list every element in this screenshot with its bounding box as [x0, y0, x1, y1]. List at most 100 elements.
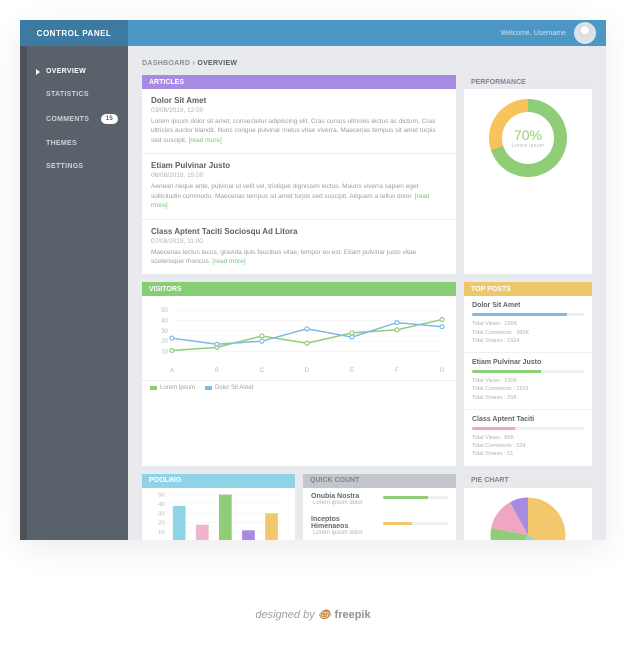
legend-item: Dolor Sit Amet — [205, 385, 253, 391]
article-date: 06/08/2019, 15:00 — [151, 172, 447, 179]
performance-percent: 70% — [514, 127, 542, 143]
article-body: Maecenas lectus lacus, gravida quis fauc… — [151, 248, 447, 267]
qc-bar — [383, 496, 449, 499]
top-post-stats: Total Views : 100KTotal Comments : 1153T… — [472, 377, 584, 402]
top-post-stats: Total Views : 85KTotal Comments : 524Tot… — [472, 434, 584, 459]
quick-count-item: Onubia NostraLorem ipsum dolor — [303, 488, 456, 511]
svg-text:D: D — [305, 368, 310, 374]
svg-text:40: 40 — [158, 502, 165, 508]
top-posts-header: TOP POSTS — [464, 282, 592, 296]
nav-badge: 15 — [101, 114, 118, 124]
visitors-header: VISITORS — [142, 282, 456, 296]
performance-card: PERFORMANCE 70% Lorem ipsum — [464, 75, 592, 274]
sidebar-item-themes[interactable]: THEMES — [20, 132, 128, 155]
crumb-page: OVERVIEW — [197, 60, 237, 67]
brand-title: CONTROL PANEL — [20, 20, 128, 46]
visitors-chart-area: 10 20 30 40 50 A B C D E F G — [142, 296, 456, 380]
nav-label: SETTINGS — [46, 163, 83, 170]
article-date: 03/08/2019, 12:00 — [151, 107, 447, 114]
performance-body: 70% Lorem ipsum — [464, 89, 592, 187]
performance-header: PERFORMANCE — [464, 75, 592, 89]
article-body: Aenean neque ante, pulvinar id velit vel… — [151, 182, 447, 210]
qc-sub: Lorem ipsum dolor — [313, 500, 377, 506]
topbar: CONTROL PANEL Welcome. Username — [20, 20, 606, 46]
sidebar-item-comments[interactable]: COMMENTS 15 — [20, 106, 128, 132]
articles-header: ARTICLES — [142, 75, 456, 89]
read-more-link[interactable]: [read more] — [189, 137, 222, 144]
nav-label: STATISTICS — [46, 91, 89, 98]
article-title: Etiam Pulvinar Justo — [151, 161, 447, 170]
article-item[interactable]: Class Aptent Taciti Sociosqu Ad Litora 07… — [142, 220, 456, 275]
sidebar-item-settings[interactable]: SETTINGS — [20, 155, 128, 178]
footer-credit: designed by 🐵 freepik — [0, 608, 626, 621]
svg-text:50: 50 — [161, 309, 168, 315]
article-item[interactable]: Dolor Sit Amet 03/08/2019, 12:00 Lorem ips… — [142, 89, 456, 154]
visitors-line-chart: 10 20 30 40 50 A B C D E F G — [150, 304, 448, 374]
top-post-item[interactable]: Class Aptent Taciti Total Views : 85KTota… — [464, 410, 592, 466]
pooling-bar-chart: 1020304050ABCDE — [150, 492, 287, 540]
svg-text:40: 40 — [161, 319, 168, 325]
pooling-card: POOLING 1020304050ABCDE Pellentesque Con… — [142, 474, 295, 540]
read-more-link[interactable]: [read more] — [212, 258, 245, 265]
visitors-legend: Lorem Ipsum Dolor Sit Amet — [142, 380, 456, 395]
app-window: CONTROL PANEL Welcome. Username OVERVIEW… — [20, 20, 606, 540]
svg-text:E: E — [350, 368, 354, 374]
avatar[interactable] — [574, 22, 596, 44]
read-more-link[interactable]: [read more] — [151, 193, 430, 209]
breadcrumb: DASHBOARD › OVERVIEW — [142, 60, 592, 67]
top-post-stats: Total Views : 156KTotal Comments : 365KT… — [472, 320, 584, 345]
legend-item: Lorem Ipsum — [150, 385, 195, 391]
svg-text:30: 30 — [161, 329, 168, 335]
chevron-right-icon — [36, 69, 40, 75]
sidebar-item-overview[interactable]: OVERVIEW — [20, 60, 128, 83]
top-post-bar — [472, 370, 584, 373]
performance-sublabel: Lorem ipsum — [512, 143, 544, 149]
article-body: Lorem ipsum dolor sit amet, consectetur … — [151, 117, 447, 145]
qc-bar — [383, 522, 449, 525]
qc-title: Onubia Nostra — [311, 493, 377, 500]
top-post-item[interactable]: Etiam Pulvinar Justo Total Views : 100KTo… — [464, 353, 592, 410]
sidebar-ridge — [20, 46, 27, 540]
svg-text:20: 20 — [158, 520, 165, 526]
sidebar: OVERVIEW STATISTICS COMMENTS 15 THEMES SETTIN… — [20, 46, 128, 540]
svg-text:F: F — [395, 368, 399, 374]
svg-text:G: G — [440, 368, 445, 374]
qc-sub: Lorem ipsum dolor — [313, 530, 377, 536]
nav-label: COMMENTS — [46, 116, 89, 123]
svg-text:50: 50 — [158, 492, 165, 498]
quick-count-header: QUICK COUNT — [303, 474, 456, 488]
visitors-card: VISITORS 10 20 30 40 50 A B C D E F G Lorem Ipsum Do… — [142, 282, 456, 465]
pie-chart-header: PIE CHART — [464, 474, 592, 488]
quick-count-item: Inceptos HimenaeosLorem ipsum dolor — [303, 511, 456, 540]
main-content: DASHBOARD › OVERVIEW ARTICLES Dolor Sit … — [128, 46, 606, 540]
nav-label: THEMES — [46, 140, 77, 147]
svg-text:10: 10 — [161, 350, 168, 356]
top-post-item[interactable]: Dolor Sit Amet Total Views : 156KTotal Co… — [464, 296, 592, 353]
article-date: 07/08/2019, 11:00 — [151, 238, 447, 245]
qc-title: Inceptos Himenaeos — [311, 516, 377, 530]
svg-text:20: 20 — [161, 340, 168, 346]
pie-chart-body — [464, 488, 592, 540]
svg-text:30: 30 — [158, 511, 165, 517]
articles-card: ARTICLES Dolor Sit Amet 03/08/2019, 12:00… — [142, 75, 456, 274]
pooling-chart-area: 1020304050ABCDE — [142, 488, 295, 540]
top-post-title: Etiam Pulvinar Justo — [472, 359, 584, 366]
svg-text:B: B — [215, 368, 219, 374]
top-post-title: Class Aptent Taciti — [472, 416, 584, 423]
article-title: Class Aptent Taciti Sociosqu Ad Litora — [151, 227, 447, 236]
article-title: Dolor Sit Amet — [151, 96, 447, 105]
svg-text:C: C — [260, 368, 265, 374]
top-post-title: Dolor Sit Amet — [472, 302, 584, 309]
pie-chart-card: PIE CHART — [464, 474, 592, 540]
nav-label: OVERVIEW — [46, 68, 86, 75]
quick-count-card: QUICK COUNT Onubia NostraLorem ipsum dol… — [303, 474, 456, 540]
top-post-bar — [472, 427, 584, 430]
pooling-header: POOLING — [142, 474, 295, 488]
article-item[interactable]: Etiam Pulvinar Justo 06/08/2019, 15:00 Aen… — [142, 154, 456, 219]
top-posts-card: TOP POSTS Dolor Sit Amet Total Views : 15… — [464, 282, 592, 465]
svg-text:A: A — [170, 368, 174, 374]
performance-donut-chart: 70% Lorem ipsum — [489, 99, 567, 177]
top-post-bar — [472, 313, 584, 316]
crumb-root[interactable]: DASHBOARD — [142, 60, 190, 67]
sidebar-item-statistics[interactable]: STATISTICS — [20, 83, 128, 106]
